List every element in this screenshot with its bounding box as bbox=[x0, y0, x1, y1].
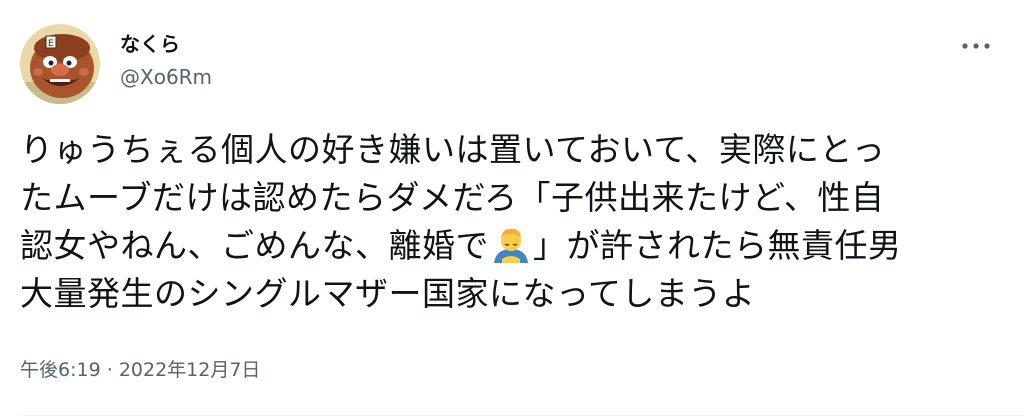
tweet-card: E なくら @Xo6Rm りゅうちぇる個人の好き嫌いは置いておいて、実際にとっ … bbox=[0, 0, 1024, 416]
user-info: なくら @Xo6Rm bbox=[120, 30, 212, 90]
tweet-timestamp[interactable]: 午後6:19 · 2022年12月7日 bbox=[20, 356, 260, 384]
tweet-line-segment: 認女やねん、ごめんな、離婚で bbox=[20, 226, 489, 265]
display-name[interactable]: なくら bbox=[120, 30, 212, 58]
meta-separator: · bbox=[106, 359, 113, 381]
more-options-button[interactable] bbox=[956, 34, 996, 58]
tweet-line-segment: 」が許されたら無責任男 bbox=[533, 226, 902, 265]
cartoon-face-avatar-icon: E bbox=[20, 24, 100, 104]
tweet-line: 大量発生のシングルマザー国家になってしまうよ bbox=[20, 274, 756, 313]
tweet-date: 2022年12月7日 bbox=[118, 359, 261, 381]
user-handle[interactable]: @Xo6Rm bbox=[120, 64, 212, 90]
avatar[interactable]: E bbox=[20, 24, 100, 104]
tweet-line: りゅうちぇる個人の好き嫌いは置いておいて、実際にとっ bbox=[20, 130, 886, 169]
more-dots-icon bbox=[962, 43, 990, 49]
tweet-line: たムーブだけは認めたらダメだろ「子供出来たけど、性自 bbox=[20, 178, 885, 217]
tweet-line-with-emoji: 認女やねん、ごめんな、離婚で 」が許されたら無責任男 bbox=[20, 222, 1010, 270]
person-bowing-emoji-icon bbox=[490, 223, 532, 265]
tweet-time: 午後6:19 bbox=[20, 359, 101, 381]
svg-text:E: E bbox=[48, 39, 54, 49]
tweet-text: りゅうちぇる個人の好き嫌いは置いておいて、実際にとっ たムーブだけは認めたらダメ… bbox=[20, 126, 1010, 318]
